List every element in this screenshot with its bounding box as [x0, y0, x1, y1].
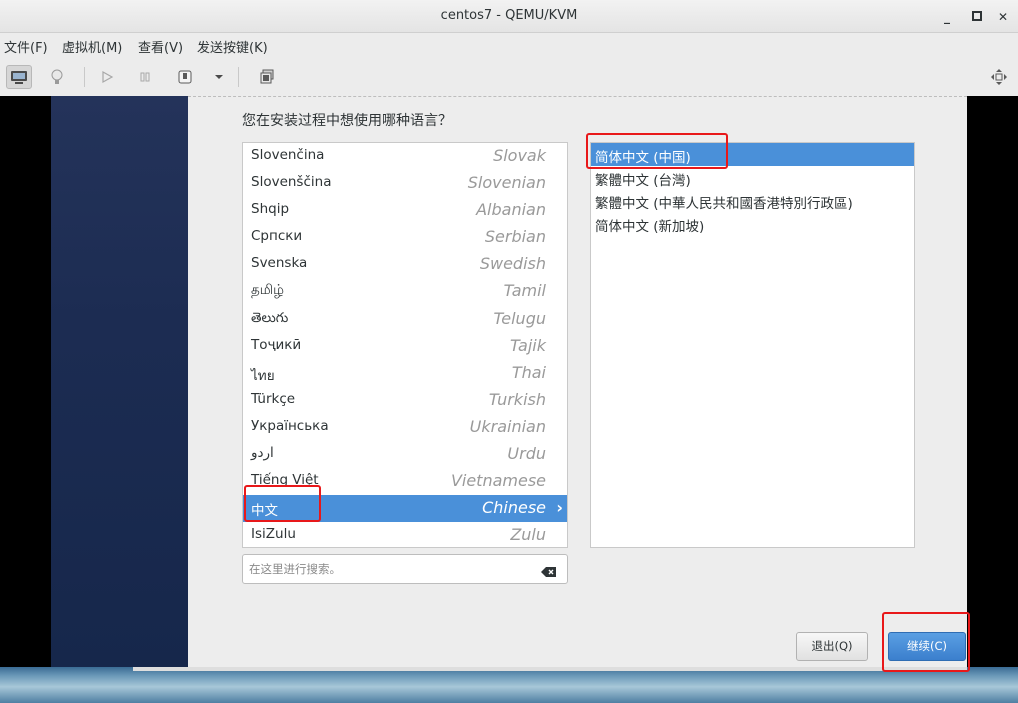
- language-native-name: IsiZulu: [251, 526, 296, 543]
- locale-row[interactable]: 繁體中文 (台灣): [591, 166, 914, 189]
- language-question: 您在安装过程中想使用哪种语言？: [242, 113, 452, 129]
- language-native-name: ไทย: [251, 367, 275, 384]
- run-button[interactable]: [94, 65, 120, 89]
- locale-row[interactable]: 简体中文 (新加坡): [591, 212, 914, 235]
- snapshots-button[interactable]: [254, 65, 280, 89]
- maximize-button[interactable]: [966, 7, 988, 27]
- language-row[interactable]: Српски Serbian: [243, 224, 567, 251]
- language-native-name: Tiếng Việt: [251, 472, 319, 489]
- dashed-separator: [188, 96, 967, 97]
- language-native-name: اردو: [251, 445, 274, 462]
- locale-row[interactable]: 简体中文 (中国): [591, 143, 914, 166]
- language-native-name: Shqip: [251, 201, 290, 218]
- pause-button[interactable]: [132, 65, 158, 89]
- close-button[interactable]: ✕: [992, 7, 1014, 27]
- locale-row[interactable]: 繁體中文 (中華人民共和國香港特別行政區): [591, 189, 914, 212]
- language-english-name: Ukrainian: [469, 416, 546, 436]
- language-english-name: Tajik: [509, 335, 546, 355]
- language-english-name: Albanian: [476, 200, 546, 220]
- language-english-name: Urdu: [507, 444, 546, 464]
- locale-label: 简体中文 (中国): [595, 150, 691, 166]
- chevron-right-icon: ›: [556, 498, 563, 518]
- language-english-name: Thai: [511, 362, 546, 382]
- locale-label: 繁體中文 (台灣): [595, 173, 691, 189]
- fullscreen-button[interactable]: [986, 65, 1012, 89]
- play-icon: [102, 70, 114, 84]
- language-row[interactable]: ไทย Thai: [243, 360, 567, 387]
- language-row[interactable]: Tiếng Việt Vietnamese: [243, 468, 567, 495]
- minimize-button[interactable]: _: [936, 7, 958, 27]
- locale-label: 简体中文 (新加坡): [595, 219, 705, 235]
- language-english-name: Turkish: [488, 389, 546, 409]
- language-row[interactable]: Slovenčina Slovak: [243, 143, 567, 170]
- title-bar[interactable]: centos7 - QEMU/KVM _ ✕: [0, 0, 1018, 33]
- guest-right-margin: [967, 96, 1018, 667]
- installer-sidebar: [51, 96, 188, 667]
- monitor-icon: [11, 71, 27, 84]
- resize-arrows-icon: [991, 69, 1007, 85]
- language-native-name: Svenska: [251, 255, 308, 272]
- language-row[interactable]: Svenska Swedish: [243, 251, 567, 278]
- language-native-name: தமிழ்: [251, 282, 284, 299]
- desktop-background: [0, 667, 1018, 703]
- qemu-window: centos7 - QEMU/KVM _ ✕ 文件(F) 虚拟机(M) 查看(V…: [0, 0, 1018, 703]
- language-english-name: Serbian: [484, 227, 546, 247]
- language-row[interactable]: Українська Ukrainian: [243, 414, 567, 441]
- search-box[interactable]: [242, 554, 568, 584]
- shutdown-button[interactable]: [172, 65, 198, 89]
- language-list[interactable]: Slovenčina Slovak Slovenščina Slovenian Shqi…: [242, 142, 568, 548]
- window-title: centos7 - QEMU/KVM: [440, 8, 578, 23]
- search-input[interactable]: [249, 560, 529, 578]
- lightbulb-icon: [51, 69, 63, 84]
- language-english-name: Telugu: [493, 308, 546, 328]
- language-english-name: Tamil: [503, 281, 546, 301]
- language-row[interactable]: Тоҷикӣ Tajik: [243, 333, 567, 360]
- menu-bar: 文件(F) 虚拟机(M) 查看(V) 发送按键(K): [0, 33, 1018, 59]
- language-row[interactable]: اردو Urdu: [243, 441, 567, 468]
- menu-send-key[interactable]: 发送按键(K): [197, 37, 268, 56]
- language-selection-pane: 您在安装过程中想使用哪种语言？ Slovenčina Slovak Slovenšč…: [188, 96, 967, 667]
- language-row[interactable]: IsiZulu Zulu: [243, 522, 567, 547]
- language-row[interactable]: Slovenščina Slovenian: [243, 170, 567, 197]
- language-native-name: Українська: [251, 417, 329, 434]
- language-english-name: Chinese: [482, 498, 546, 518]
- power-icon: [178, 70, 192, 84]
- language-english-name: Swedish: [479, 254, 546, 274]
- console-view-button[interactable]: [6, 65, 32, 89]
- language-english-name: Slovenian: [467, 173, 546, 193]
- language-native-name: 中文: [251, 503, 278, 520]
- language-native-name: Српски: [251, 228, 303, 245]
- details-button[interactable]: [44, 65, 70, 89]
- clear-search-icon[interactable]: [541, 563, 557, 582]
- language-native-name: తెలుగు: [251, 309, 289, 326]
- chevron-down-icon: [215, 75, 223, 79]
- shutdown-menu-button[interactable]: [206, 65, 232, 89]
- language-native-name: Тоҷикӣ: [251, 336, 302, 353]
- language-row[interactable]: Türkçe Turkish: [243, 387, 567, 414]
- continue-button[interactable]: 继续(C): [888, 632, 966, 661]
- language-row[interactable]: தமிழ் Tamil: [243, 278, 567, 305]
- language-english-name: Slovak: [493, 146, 546, 165]
- menu-file[interactable]: 文件(F): [4, 37, 48, 56]
- language-english-name: Zulu: [510, 525, 546, 545]
- locale-label: 繁體中文 (中華人民共和國香港特別行政區): [595, 196, 853, 212]
- language-row[interactable]: Shqip Albanian: [243, 197, 567, 224]
- language-row[interactable]: తెలుగు Telugu: [243, 306, 567, 333]
- maximize-icon: [972, 11, 982, 21]
- language-row[interactable]: 中文 Chinese ›: [243, 495, 567, 523]
- pause-icon: [140, 72, 150, 82]
- snapshot-icon: [260, 69, 274, 84]
- toolbar: [0, 59, 1018, 96]
- menu-vm[interactable]: 虚拟机(M): [62, 37, 122, 56]
- locale-list[interactable]: 简体中文 (中国) 繁體中文 (台灣) 繁體中文 (中華人民共和國香港特別行政區) 简…: [590, 142, 915, 548]
- guest-display[interactable]: 您在安装过程中想使用哪种语言？ Slovenčina Slovak Slovenšč…: [0, 96, 1018, 703]
- language-native-name: Türkçe: [251, 390, 296, 407]
- menu-view[interactable]: 查看(V): [138, 37, 183, 56]
- language-english-name: Vietnamese: [450, 471, 546, 491]
- language-native-name: Slovenčina: [251, 147, 325, 163]
- installer-bottom-edge: [133, 667, 967, 671]
- quit-button[interactable]: 退出(Q): [796, 632, 868, 661]
- language-native-name: Slovenščina: [251, 174, 332, 191]
